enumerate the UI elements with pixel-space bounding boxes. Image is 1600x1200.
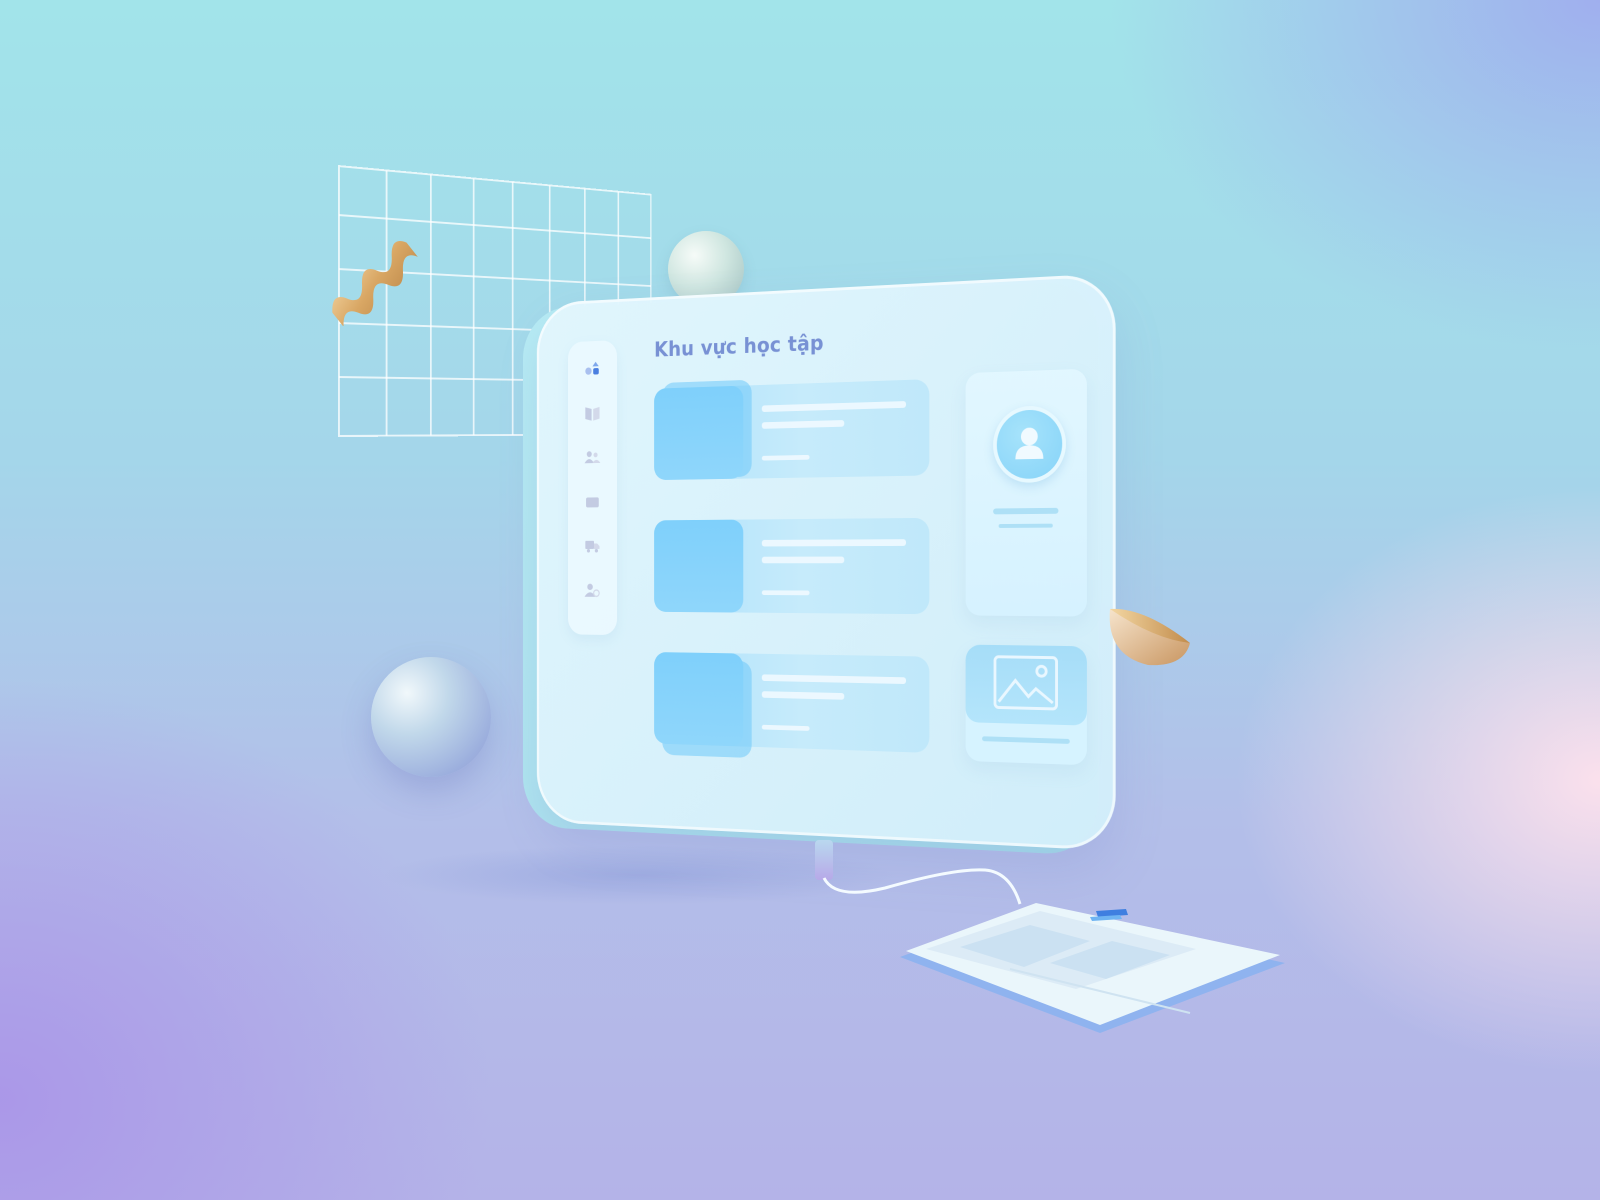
sidebar-item-users[interactable] [582,446,603,470]
user-clock-icon [584,583,601,601]
profile-role-line [998,523,1053,528]
media-caption-line [982,736,1070,744]
media-preview [965,644,1087,726]
book-icon [585,406,600,421]
card-subtitle-line [761,691,845,700]
gold-ribbon [317,226,427,327]
card-thumbnail [654,385,744,481]
sidebar-item-shapes[interactable] [582,357,603,381]
screen: Khu vực học tập [536,273,1116,852]
open-book [900,895,1290,1035]
shapes-icon [585,361,599,375]
course-card[interactable] [654,517,930,615]
card-thumbnail [654,652,744,747]
sidebar-item-folder[interactable] [582,490,603,514]
course-card[interactable] [654,652,930,759]
card-thumbnail [654,519,744,613]
course-card[interactable] [654,379,930,481]
users-icon [584,451,601,464]
folder-icon [586,497,599,508]
gold-bowl [1104,595,1194,671]
card-title-line [761,401,907,413]
card-title-line [761,674,907,685]
sidebar [567,340,618,636]
sidebar-item-book[interactable] [582,401,603,425]
sidebar-item-user-clock[interactable] [582,579,603,603]
profile-card[interactable] [965,368,1087,617]
truck-icon [585,540,600,553]
image-icon [966,645,1087,726]
card-meta-line [761,724,810,731]
sidebar-item-truck[interactable] [582,534,603,558]
card-meta-line [761,454,810,461]
card-subtitle-line [761,420,845,429]
illustration-scene: Khu vực học tập [0,0,1600,1200]
monitor: Khu vực học tập [522,272,1135,862]
profile-name-line [993,507,1059,515]
card-meta-line [761,590,810,596]
large-sphere [371,657,491,777]
card-title-line [761,539,907,547]
page-title: Khu vực học tập [654,331,824,363]
media-card[interactable] [965,644,1087,766]
user-icon [1015,427,1044,460]
card-subtitle-line [761,556,845,564]
avatar[interactable] [993,405,1066,484]
